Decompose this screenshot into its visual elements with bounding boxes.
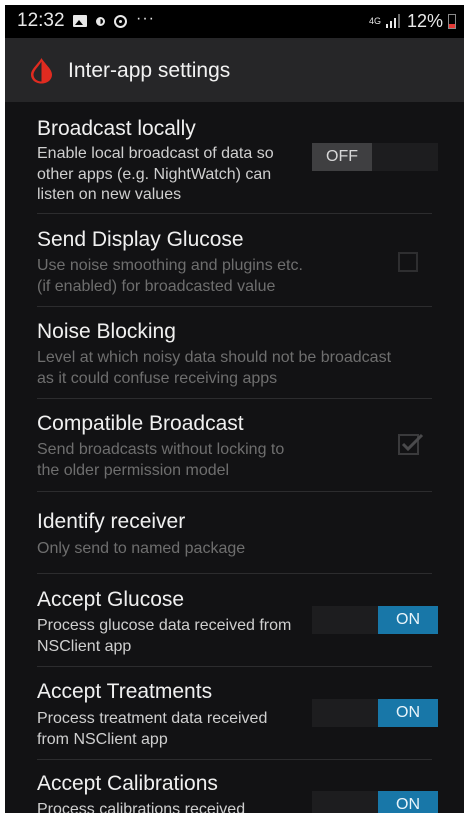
notification-icons: ···	[73, 10, 155, 31]
compatible-broadcast-checkbox[interactable]	[398, 432, 426, 456]
setting-compatible-broadcast[interactable]: Compatible Broadcast Send broadcasts wit…	[5, 399, 464, 492]
accept-treatments-toggle[interactable]: ON	[312, 699, 438, 727]
drop-icon	[96, 16, 105, 26]
toggle-label: ON	[378, 791, 438, 813]
setting-accept-treatments[interactable]: Accept Treatments Process treatment data…	[5, 667, 464, 759]
accept-calibrations-toggle[interactable]: ON	[312, 791, 438, 813]
overflow-icon: ···	[136, 10, 155, 27]
send-display-glucose-checkbox[interactable]	[398, 252, 418, 272]
network-type: 4G	[368, 15, 381, 26]
toggle-label: OFF	[312, 143, 372, 171]
sync-icon	[114, 14, 127, 28]
setting-summary: Process treatment data received from NSC…	[37, 710, 268, 748]
setting-summary: Process calibrations received	[37, 801, 246, 813]
setting-summary: Send broadcasts without locking to the o…	[37, 441, 285, 479]
setting-summary: Level at which noisy data should not be …	[37, 349, 392, 387]
setting-title: Accept Treatments	[37, 680, 213, 703]
system-icons: 4G 12%	[368, 9, 456, 33]
toggle-label: ON	[378, 606, 438, 634]
status-time: 12:32	[17, 10, 65, 31]
setting-identify-receiver[interactable]: Identify receiver Only send to named pac…	[5, 492, 464, 573]
setting-summary: Process glucose data received from NSCli…	[37, 617, 292, 655]
status-bar: 12:32 ··· 4G 12%	[5, 5, 464, 38]
phone-screen: 12:32 ··· 4G 12% Inter-app settings Broa…	[5, 5, 464, 813]
setting-summary: Only send to named package	[37, 540, 246, 557]
setting-broadcast-locally[interactable]: Broadcast locally Enable local broadcast…	[5, 102, 464, 214]
blood-drop-icon	[31, 58, 52, 84]
setting-title: Identify receiver	[37, 510, 186, 533]
setting-title: Broadcast locally	[37, 117, 196, 140]
page-title: Inter-app settings	[68, 59, 231, 82]
setting-title: Send Display Glucose	[37, 228, 244, 251]
setting-accept-glucose[interactable]: Accept Glucose Process glucose data rece…	[5, 574, 464, 666]
setting-accept-calibrations[interactable]: Accept Calibrations Process calibrations…	[5, 760, 464, 813]
setting-title: Accept Glucose	[37, 588, 185, 611]
broadcast-locally-toggle[interactable]: OFF	[312, 143, 438, 171]
battery-icon	[448, 13, 456, 29]
setting-summary: Use noise smoothing and plugins etc. (if…	[37, 257, 303, 295]
setting-noise-blocking[interactable]: Noise Blocking Level at which noisy data…	[5, 307, 464, 399]
settings-list: Broadcast locally Enable local broadcast…	[5, 102, 464, 813]
gallery-icon	[73, 15, 87, 27]
setting-summary: Enable local broadcast of data so other …	[37, 145, 274, 203]
setting-send-display-glucose[interactable]: Send Display Glucose Use noise smoothing…	[5, 214, 464, 306]
setting-title: Accept Calibrations	[37, 772, 218, 795]
battery-percent: 12%	[406, 10, 443, 31]
setting-title: Noise Blocking	[37, 320, 176, 343]
app-bar: Inter-app settings	[5, 38, 464, 102]
accept-glucose-toggle[interactable]: ON	[312, 606, 438, 634]
toggle-label: ON	[378, 699, 438, 727]
signal-icon	[385, 14, 400, 28]
setting-title: Compatible Broadcast	[37, 412, 244, 435]
